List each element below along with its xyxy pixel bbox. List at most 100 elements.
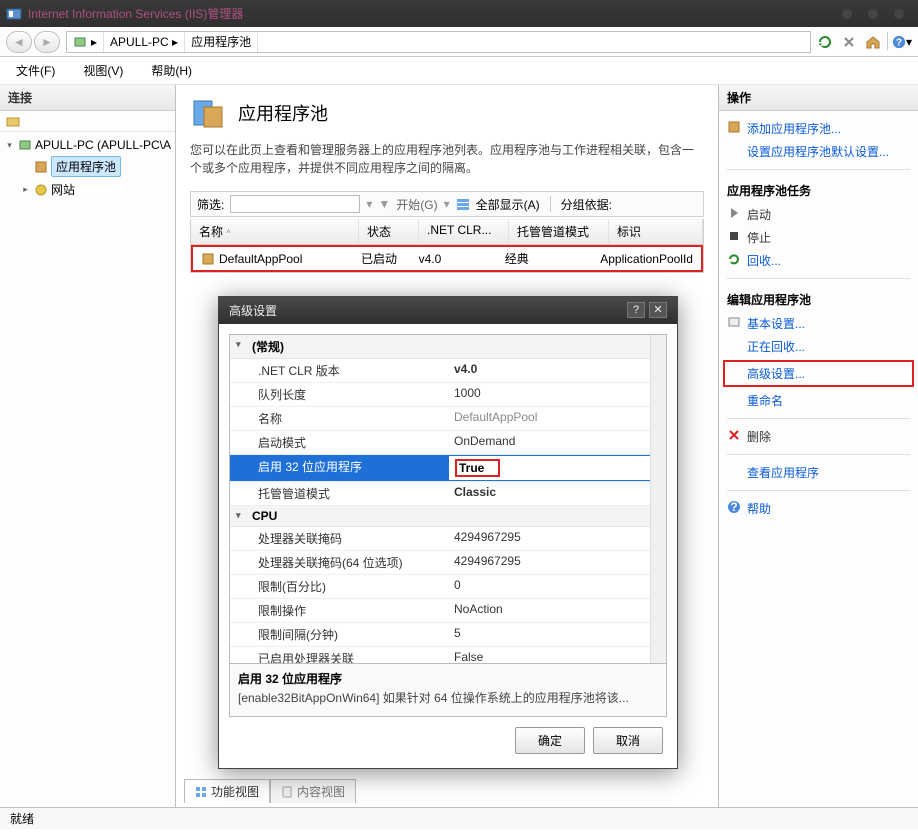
prop-row[interactable]: 名称DefaultAppPool — [230, 407, 666, 431]
action-view-apps[interactable]: 查看应用程序 — [727, 461, 910, 484]
page-title: 应用程序池 — [238, 100, 328, 126]
action-add-pool[interactable]: 添加应用程序池... — [727, 117, 910, 140]
tree-sites[interactable]: ▸ 网站 — [4, 179, 171, 200]
prop-key: 处理器关联掩码 — [230, 527, 448, 550]
cancel-button[interactable]: 取消 — [593, 727, 663, 754]
features-icon — [195, 786, 207, 798]
ok-button[interactable]: 确定 — [515, 727, 585, 754]
prop-key: 名称 — [230, 407, 448, 430]
connections-tree[interactable]: ▾ APULL-PC (APULL-PC\A 应用程序池 ▸ 网站 — [0, 132, 175, 204]
iis-icon — [6, 6, 22, 22]
menubar: 文件(F) 视图(V) 帮助(H) — [0, 57, 918, 85]
breadcrumb[interactable]: ▸ APULL-PC ▸ 应用程序池 — [66, 31, 811, 53]
status-text: 就绪 — [10, 810, 34, 827]
prop-value[interactable]: 5 — [448, 623, 666, 646]
svg-text:?: ? — [896, 37, 902, 48]
property-description: 启用 32 位应用程序 [enable32BitAppOnWin64] 如果针对… — [229, 663, 667, 717]
breadcrumb-node[interactable]: 应用程序池 — [185, 32, 258, 52]
prop-value[interactable]: 4294967295 — [448, 527, 666, 550]
help-icon: ? — [727, 500, 741, 514]
action-rename[interactable]: 重命名 — [727, 389, 910, 412]
prop-value[interactable]: DefaultAppPool — [448, 407, 666, 430]
prop-row[interactable]: .NET CLR 版本v4.0 — [230, 359, 666, 383]
prop-row[interactable]: 处理器关联掩码4294967295 — [230, 527, 666, 551]
dialog-close-button[interactable]: ✕ — [649, 302, 667, 318]
action-recycle[interactable]: 回收... — [727, 249, 910, 272]
action-delete[interactable]: 删除 — [727, 425, 910, 448]
prop-key: 启动模式 — [230, 431, 448, 454]
breadcrumb-host[interactable]: APULL-PC ▸ — [104, 32, 185, 52]
table-row[interactable]: DefaultAppPool 已启动 v4.0 经典 ApplicationPo… — [191, 245, 703, 272]
stop-button-nav[interactable] — [839, 32, 859, 52]
property-grid[interactable]: ▾(常规).NET CLR 版本v4.0队列长度1000名称DefaultApp… — [229, 334, 667, 664]
action-basic-settings[interactable]: 基本设置... — [727, 312, 910, 335]
prop-value[interactable]: v4.0 — [448, 359, 666, 382]
prop-row[interactable]: 处理器关联掩码(64 位选项)4294967295 — [230, 551, 666, 575]
action-start[interactable]: 启动 — [727, 203, 910, 226]
prop-value[interactable]: 1000 — [448, 383, 666, 406]
titlebar: Internet Information Services (IIS)管理器 — [0, 0, 918, 27]
breadcrumb-root[interactable]: ▸ — [67, 32, 104, 52]
prop-value[interactable]: NoAction — [448, 599, 666, 622]
go-button[interactable]: 开始(G) — [396, 196, 437, 213]
propdesc-body: [enable32BitAppOnWin64] 如果针对 64 位操作系统上的应… — [238, 689, 658, 706]
action-advanced-settings[interactable]: 高级设置... — [723, 360, 914, 387]
col-pipe[interactable]: 托管管道模式 — [509, 219, 609, 244]
prop-value[interactable]: OnDemand — [448, 431, 666, 454]
propdesc-title: 启用 32 位应用程序 — [238, 670, 658, 687]
prop-row[interactable]: 限制(百分比)0 — [230, 575, 666, 599]
prop-row[interactable]: 已启用处理器关联False — [230, 647, 666, 664]
actions-pane: 操作 添加应用程序池... 设置应用程序池默认设置... 应用程序池任务 启动 … — [718, 85, 918, 807]
showall-button[interactable]: 全部显示(A) — [476, 196, 540, 213]
forward-button[interactable]: ► — [34, 31, 60, 53]
tree-app-pools[interactable]: 应用程序池 — [4, 154, 171, 179]
prop-row[interactable]: 启动模式OnDemand — [230, 431, 666, 455]
prop-value[interactable]: True▼ — [448, 455, 666, 481]
close-button[interactable] — [890, 7, 908, 21]
action-help[interactable]: ?帮助 — [727, 497, 910, 520]
col-state[interactable]: 状态 — [359, 219, 419, 244]
prop-row[interactable]: 限制操作NoAction — [230, 599, 666, 623]
refresh-button[interactable] — [815, 32, 835, 52]
prop-key: 已启用处理器关联 — [230, 647, 448, 664]
help-button-nav[interactable]: ?▾ — [892, 32, 912, 52]
action-stop[interactable]: 停止 — [727, 226, 910, 249]
showall-icon — [456, 197, 470, 211]
action-recycling[interactable]: 正在回收... — [727, 335, 910, 358]
menu-file[interactable]: 文件(F) — [10, 58, 61, 83]
prop-row[interactable]: 限制间隔(分钟)5 — [230, 623, 666, 647]
tab-content[interactable]: 内容视图 — [270, 779, 356, 803]
dialog-titlebar[interactable]: 高级设置 ? ✕ — [219, 297, 677, 324]
connect-icon[interactable] — [6, 114, 22, 128]
action-set-defaults[interactable]: 设置应用程序池默认设置... — [727, 140, 910, 163]
tree-root[interactable]: ▾ APULL-PC (APULL-PC\A — [4, 136, 171, 154]
prop-row[interactable]: 启用 32 位应用程序True▼ — [230, 455, 666, 482]
dialog-help-button[interactable]: ? — [627, 302, 645, 318]
home-button[interactable] — [863, 32, 883, 52]
server-icon — [18, 138, 32, 152]
content-icon — [281, 786, 293, 798]
scrollbar[interactable] — [650, 335, 666, 663]
menu-help[interactable]: 帮助(H) — [145, 58, 198, 83]
menu-view[interactable]: 视图(V) — [77, 58, 129, 83]
row-name: DefaultAppPool — [219, 252, 302, 266]
maximize-button[interactable] — [864, 7, 882, 21]
pool-icon — [201, 252, 215, 266]
col-clr[interactable]: .NET CLR... — [419, 219, 509, 244]
prop-category[interactable]: ▾CPU — [230, 506, 666, 527]
prop-value[interactable]: 0 — [448, 575, 666, 598]
minimize-button[interactable] — [838, 7, 856, 21]
prop-row[interactable]: 队列长度1000 — [230, 383, 666, 407]
play-icon — [727, 206, 741, 220]
window-title: Internet Information Services (IIS)管理器 — [28, 5, 243, 22]
col-name[interactable]: 名称 ^ — [191, 219, 359, 244]
prop-value[interactable]: Classic — [448, 482, 666, 505]
col-id[interactable]: 标识 — [609, 219, 703, 244]
filter-input[interactable] — [230, 195, 360, 213]
prop-value[interactable]: False — [448, 647, 666, 664]
tab-features[interactable]: 功能视图 — [184, 779, 270, 803]
prop-category[interactable]: ▾(常规) — [230, 335, 666, 359]
prop-row[interactable]: 托管管道模式Classic — [230, 482, 666, 506]
back-button[interactable]: ◄ — [6, 31, 32, 53]
prop-value[interactable]: 4294967295 — [448, 551, 666, 574]
